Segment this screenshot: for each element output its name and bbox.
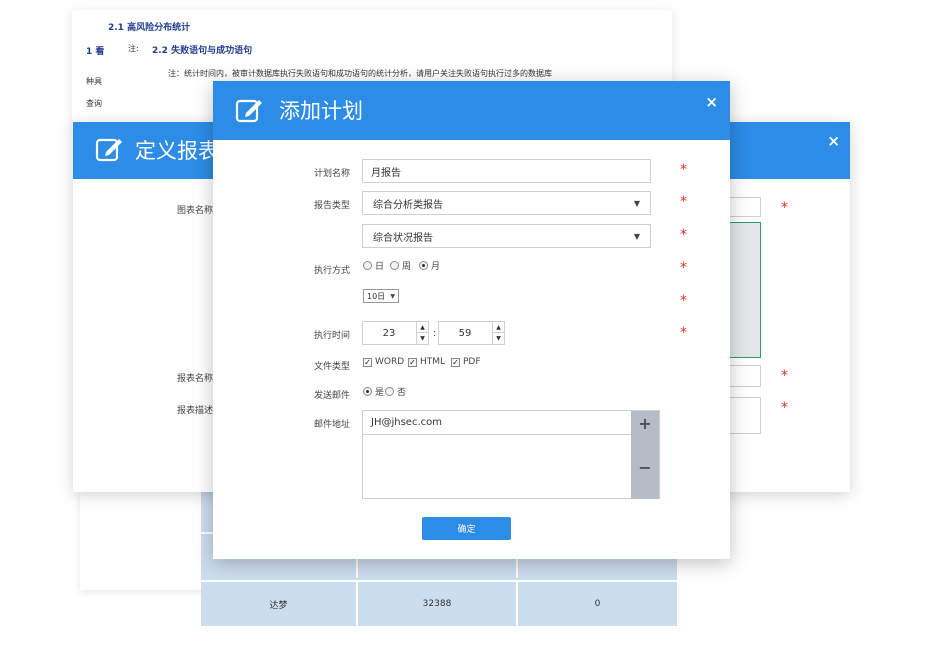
required-mark: *: [680, 325, 687, 341]
radio-button-selected[interactable]: [419, 261, 428, 270]
file-type-html[interactable]: ✓ HTML: [408, 357, 445, 367]
doc-side-text-1: 种具: [86, 77, 102, 86]
chart-name-field[interactable]: [729, 197, 761, 217]
increment-icon[interactable]: ▲: [493, 322, 504, 333]
caret-down-icon: ▼: [390, 292, 395, 300]
report-subtype-value: 综合状况报告: [373, 232, 433, 244]
decrement-icon[interactable]: ▼: [417, 333, 428, 344]
send-mail-label: 发送邮件: [314, 391, 351, 401]
confirm-button[interactable]: 确定: [422, 517, 511, 540]
radio-button-selected[interactable]: [363, 387, 372, 396]
caret-down-icon: ▼: [633, 198, 640, 208]
report-description-label: 报表描述: [177, 406, 214, 416]
file-type-word[interactable]: ✓ WORD: [363, 357, 404, 367]
exec-mode-option-day[interactable]: 日: [363, 259, 384, 272]
day-select-value: 10日: [367, 291, 386, 301]
report-description-field[interactable]: [729, 397, 761, 434]
report-name-field[interactable]: [729, 365, 761, 387]
chart-preview-area[interactable]: [729, 222, 761, 358]
plan-name-label: 计划名称: [314, 169, 351, 179]
table-cell: 达梦: [201, 582, 358, 626]
mail-address-input[interactable]: JH@jhsec.com: [363, 411, 631, 435]
exec-time-label: 执行时间: [314, 331, 351, 341]
hour-spinner[interactable]: 23 ▲ ▼: [362, 321, 429, 345]
send-mail-no[interactable]: 否: [385, 385, 406, 398]
minute-value: 59: [458, 327, 472, 339]
checkbox-checked[interactable]: ✓: [451, 357, 460, 367]
close-icon[interactable]: ×: [705, 93, 718, 111]
file-type-label: 文件类型: [314, 362, 351, 372]
remove-mail-button[interactable]: −: [631, 435, 659, 499]
radio-button[interactable]: [385, 387, 394, 396]
doc-heading-2-lead: 注:: [128, 44, 139, 53]
time-separator: :: [433, 328, 437, 339]
caret-down-icon: ▼: [633, 231, 640, 241]
mail-address-label: 邮件地址: [314, 420, 351, 430]
exec-mode-label: 执行方式: [314, 266, 351, 276]
table-cell: 32388: [358, 582, 518, 626]
file-type-pdf[interactable]: ✓ PDF: [451, 357, 481, 367]
checkbox-checked[interactable]: ✓: [408, 357, 417, 367]
edit-icon: [95, 138, 122, 162]
report-type-value: 综合分析类报告: [373, 199, 443, 211]
chart-name-label: 图表名称: [177, 206, 214, 216]
required-mark: *: [680, 194, 687, 210]
required-mark: *: [680, 260, 687, 276]
doc-section-number: 1 看: [86, 47, 105, 57]
doc-heading-1: 2.1 高风险分布统计: [108, 23, 191, 33]
required-mark: *: [781, 400, 788, 416]
edit-icon: [235, 99, 262, 123]
dialog-title: 添加计划: [279, 99, 363, 123]
required-mark: *: [781, 200, 788, 216]
mail-address-list: JH@jhsec.com + −: [362, 410, 660, 499]
dialog-title: 定义报表: [135, 139, 219, 163]
required-mark: *: [680, 162, 687, 178]
exec-mode-option-month[interactable]: 月: [419, 259, 440, 272]
table-cell: 0: [594, 599, 601, 609]
option-label: PDF: [463, 357, 481, 367]
spinner-arrows: ▲ ▼: [416, 322, 428, 344]
minute-spinner[interactable]: 59 ▲ ▼: [438, 321, 505, 345]
option-label: WORD: [375, 357, 405, 367]
required-mark: *: [781, 368, 788, 384]
dialog-header: 添加计划 ×: [213, 81, 730, 140]
option-label: 是: [375, 388, 385, 398]
option-label: 否: [397, 388, 407, 398]
increment-icon[interactable]: ▲: [417, 322, 428, 333]
send-mail-yes[interactable]: 是: [363, 385, 384, 398]
day-select[interactable]: 10日 ▼: [363, 289, 399, 303]
doc-heading-2: 2.2 失败语句与成功语句: [152, 46, 253, 56]
option-label: 周: [402, 262, 412, 272]
screen: 2.1 高风险分布统计 1 看 注: 2.2 失败语句与成功语句 注：统计时间内…: [0, 0, 927, 646]
add-plan-dialog: 添加计划 × 计划名称 月报告 * 报告类型 综合分析类报告 ▼ * 综合状况报…: [213, 81, 730, 559]
add-mail-button[interactable]: +: [631, 411, 659, 435]
required-mark: *: [680, 227, 687, 243]
doc-note: 注：统计时间内，被审计数据库执行失败语句和成功语句的统计分析，请用户关注失败语句…: [168, 69, 552, 78]
checkbox-checked[interactable]: ✓: [363, 357, 372, 367]
report-name-label: 报表名称: [177, 374, 214, 384]
report-type-label: 报告类型: [314, 201, 351, 211]
plan-name-input[interactable]: 月报告: [362, 159, 651, 183]
table-row: 达梦 32388 0: [201, 580, 677, 626]
report-type-select[interactable]: 综合分析类报告 ▼: [362, 191, 651, 215]
doc-side-text-2: 查询: [86, 99, 102, 108]
report-subtype-select[interactable]: 综合状况报告 ▼: [362, 224, 651, 248]
option-label: 月: [431, 262, 441, 272]
option-label: HTML: [420, 357, 446, 367]
hour-value: 23: [382, 327, 396, 339]
background-sheet: [98, 500, 210, 590]
radio-button[interactable]: [390, 261, 399, 270]
option-label: 日: [375, 262, 385, 272]
exec-mode-option-week[interactable]: 周: [390, 259, 411, 272]
decrement-icon[interactable]: ▼: [493, 333, 504, 344]
close-icon[interactable]: ×: [827, 132, 840, 150]
required-mark: *: [680, 293, 687, 309]
radio-button[interactable]: [363, 261, 372, 270]
spinner-arrows: ▲ ▼: [492, 322, 504, 344]
